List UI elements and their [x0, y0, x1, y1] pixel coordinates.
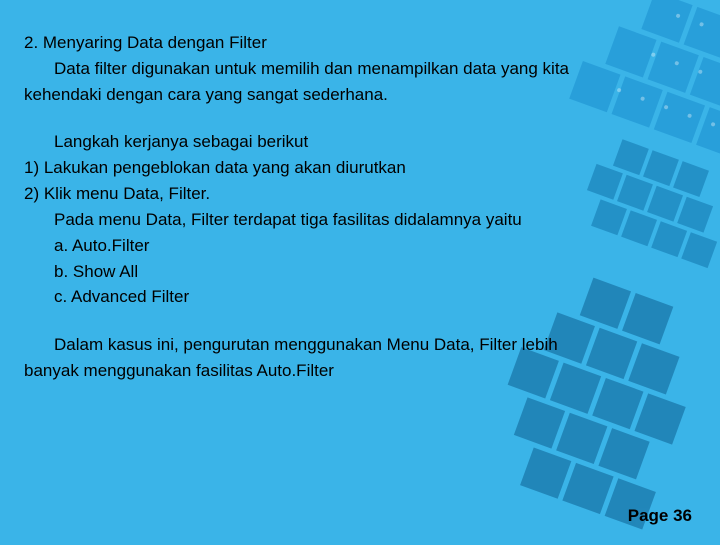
step-2-note: Pada menu Data, Filter terdapat tiga fas…	[24, 207, 696, 233]
steps-intro: Langkah kerjanya sebagai berikut	[24, 129, 696, 155]
step-1: 1) Lakukan pengeblokan data yang akan di…	[24, 155, 696, 181]
step-2: 2) Klik menu Data, Filter.	[24, 181, 696, 207]
page-number: Page 36	[628, 506, 692, 526]
option-c: c. Advanced Filter	[24, 284, 696, 310]
option-a: a. Auto.Filter	[24, 233, 696, 259]
closing-line-1: Dalam kasus ini, pengurutan menggunakan …	[24, 332, 696, 358]
intro-line-1: Data filter digunakan untuk memilih dan …	[24, 56, 696, 82]
heading: 2. Menyaring Data dengan Filter	[24, 30, 696, 56]
option-b: b. Show All	[24, 259, 696, 285]
slide-content: 2. Menyaring Data dengan Filter Data fil…	[24, 30, 696, 384]
closing-line-2: banyak menggunakan fasilitas Auto.Filter	[24, 358, 696, 384]
intro-line-2: kehendaki dengan cara yang sangat sederh…	[24, 82, 696, 108]
